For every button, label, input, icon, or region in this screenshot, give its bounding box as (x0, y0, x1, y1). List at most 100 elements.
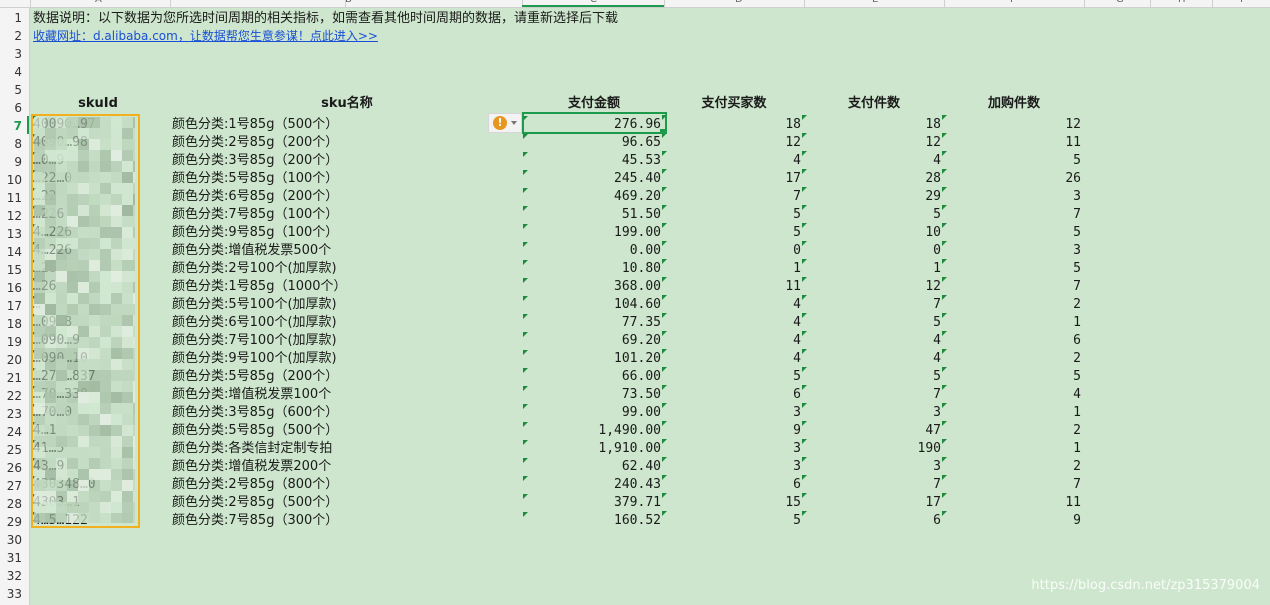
column-header-i[interactable]: I (1240, 0, 1243, 5)
cell-sku-name[interactable]: 颜色分类:2号100个(加厚款) (172, 260, 502, 278)
cell-pay-amount[interactable]: 73.50 (524, 386, 661, 404)
cell-sku-name[interactable]: 颜色分类:各类信封定制专拍 (172, 440, 502, 458)
cell-pay-amount[interactable]: 77.35 (524, 314, 661, 332)
cell-sku-name[interactable]: 颜色分类:2号85g（200个） (172, 134, 502, 152)
cell-pay-amount[interactable]: 245.40 (524, 170, 661, 188)
cell-pieces[interactable]: 6 (804, 512, 941, 530)
cell-pay-amount[interactable]: 469.20 (524, 188, 661, 206)
cell-sku-name[interactable]: 颜色分类:增值税发票500个 (172, 242, 502, 260)
cell-pieces[interactable]: 29 (804, 188, 941, 206)
row-number[interactable]: 25 (0, 441, 22, 459)
cell-pieces[interactable]: 1 (804, 260, 941, 278)
cell-sku-name[interactable]: 颜色分类:2号85g（800个） (172, 476, 502, 494)
cell-buyers[interactable]: 18 (664, 116, 801, 134)
cell-sku-name[interactable]: 颜色分类:7号85g（100个） (172, 206, 502, 224)
fill-handle[interactable] (660, 129, 665, 134)
cell-buyers[interactable]: 3 (664, 404, 801, 422)
cell-pay-amount[interactable]: 66.00 (524, 368, 661, 386)
row-number[interactable]: 5 (0, 81, 22, 99)
cell-cart[interactable]: 11 (944, 134, 1081, 152)
cell-buyers[interactable]: 4 (664, 296, 801, 314)
cell-buyers[interactable]: 5 (664, 512, 801, 530)
cell-buyers[interactable]: 4 (664, 314, 801, 332)
cell-buyers[interactable]: 4 (664, 332, 801, 350)
cell-cart[interactable]: 5 (944, 260, 1081, 278)
row-number[interactable]: 20 (0, 351, 22, 369)
error-check-button[interactable]: ! (488, 113, 522, 133)
row-number[interactable]: 6 (0, 99, 22, 117)
header-sku-id[interactable]: skuId (33, 95, 163, 113)
cell-cart[interactable]: 12 (944, 116, 1081, 134)
cell-pieces[interactable]: 7 (804, 476, 941, 494)
cell-buyers[interactable]: 5 (664, 224, 801, 242)
row-number[interactable]: 32 (0, 567, 22, 585)
cell-buyers[interactable]: 4 (664, 350, 801, 368)
row-number[interactable]: 26 (0, 459, 22, 477)
cell-cart[interactable]: 1 (944, 314, 1081, 332)
cell-pay-amount[interactable]: 45.53 (524, 152, 661, 170)
row-number[interactable]: 24 (0, 423, 22, 441)
cell-sku-name[interactable]: 颜色分类:6号85g（200个） (172, 188, 502, 206)
cell-buyers[interactable]: 1 (664, 260, 801, 278)
row-number[interactable]: 1 (0, 9, 22, 27)
cell-sku-name[interactable]: 颜色分类:2号85g（500个） (172, 494, 502, 512)
cell-cart[interactable]: 2 (944, 422, 1081, 440)
cell-buyers[interactable]: 4 (664, 152, 801, 170)
cell-cart[interactable]: 1 (944, 440, 1081, 458)
cell-pieces[interactable]: 3 (804, 404, 941, 422)
cell-sku-name[interactable]: 颜色分类:5号100个(加厚款) (172, 296, 502, 314)
cell-pieces[interactable]: 28 (804, 170, 941, 188)
cell-buyers[interactable]: 7 (664, 188, 801, 206)
cell-pay-amount[interactable]: 104.60 (524, 296, 661, 314)
cell-pieces[interactable]: 5 (804, 314, 941, 332)
cell-buyers[interactable]: 9 (664, 422, 801, 440)
column-header-g[interactable]: G (1116, 0, 1124, 5)
cell-cart[interactable]: 11 (944, 494, 1081, 512)
column-header-d[interactable]: D (735, 0, 743, 5)
header-sku-name[interactable]: sku名称 (172, 95, 522, 113)
row-number[interactable]: 10 (0, 171, 22, 189)
cell-pay-amount[interactable]: 0.00 (524, 242, 661, 260)
row-number[interactable]: 13 (0, 225, 22, 243)
header-pieces[interactable]: 支付件数 (804, 95, 944, 113)
row-number[interactable]: 3 (0, 45, 22, 63)
cell-pieces[interactable]: 0 (804, 242, 941, 260)
cell-pieces[interactable]: 10 (804, 224, 941, 242)
cell-buyers[interactable]: 3 (664, 440, 801, 458)
cell-sku-name[interactable]: 颜色分类:7号85g（300个） (172, 512, 502, 530)
row-number[interactable]: 9 (0, 153, 22, 171)
cell-cart[interactable]: 7 (944, 278, 1081, 296)
row-number[interactable]: 19 (0, 333, 22, 351)
cell-sku-name[interactable]: 颜色分类:9号85g（100个） (172, 224, 502, 242)
cell-sku-name[interactable]: 颜色分类:5号85g（200个） (172, 368, 502, 386)
cell-pieces[interactable]: 5 (804, 206, 941, 224)
cell-cart[interactable]: 5 (944, 368, 1081, 386)
row-number[interactable]: 31 (0, 549, 22, 567)
cell-pay-amount[interactable]: 69.20 (524, 332, 661, 350)
row-number[interactable]: 33 (0, 585, 22, 603)
cell-pay-amount[interactable]: 199.00 (524, 224, 661, 242)
active-cell-selection[interactable] (522, 112, 667, 134)
cell-sku-name[interactable]: 颜色分类:3号85g（200个） (172, 152, 502, 170)
cell-pay-amount[interactable]: 368.00 (524, 278, 661, 296)
cell-pieces[interactable]: 190 (804, 440, 941, 458)
cell-buyers[interactable]: 0 (664, 242, 801, 260)
cell-cart[interactable]: 7 (944, 476, 1081, 494)
cell-pay-amount[interactable]: 51.50 (524, 206, 661, 224)
row-number[interactable]: 17 (0, 297, 22, 315)
cell-pieces[interactable]: 7 (804, 296, 941, 314)
row-number[interactable]: 8 (0, 135, 22, 153)
column-header-e[interactable]: E (872, 0, 878, 5)
cell-sku-name[interactable]: 颜色分类:1号85g（1000个） (172, 278, 502, 296)
cell-sku-name[interactable]: 颜色分类:5号85g（500个） (172, 422, 502, 440)
cell-pieces[interactable]: 12 (804, 134, 941, 152)
cell-cart[interactable]: 6 (944, 332, 1081, 350)
cell-sku-name[interactable]: 颜色分类:6号100个(加厚款) (172, 314, 502, 332)
cell-pay-amount[interactable]: 240.43 (524, 476, 661, 494)
cell-buyers[interactable]: 11 (664, 278, 801, 296)
cell-cart[interactable]: 1 (944, 404, 1081, 422)
cell-sku-name[interactable]: 颜色分类:增值税发票200个 (172, 458, 502, 476)
cell-pieces[interactable]: 4 (804, 332, 941, 350)
cell-pieces[interactable]: 47 (804, 422, 941, 440)
cell-pay-amount[interactable]: 379.71 (524, 494, 661, 512)
